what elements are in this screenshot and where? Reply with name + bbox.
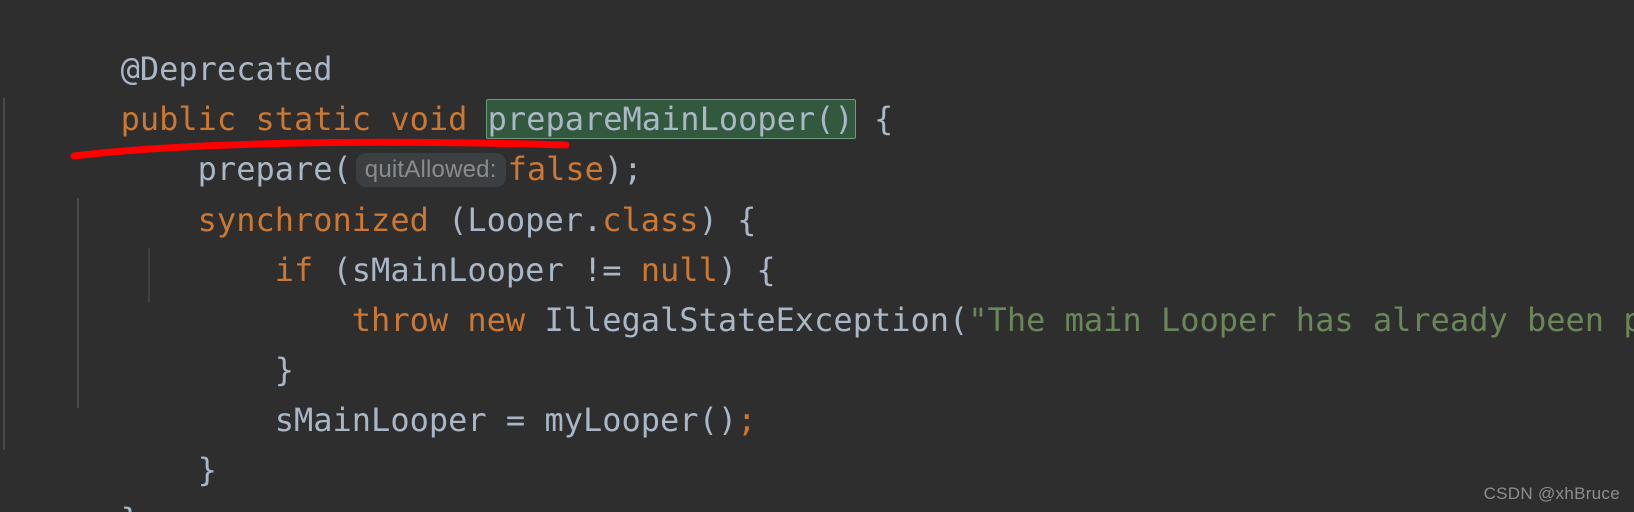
operator-assign: = xyxy=(486,401,545,439)
string-literal-exception-message: "The main Looper has already been prepar… xyxy=(968,301,1634,339)
code-editor-screenshot: @Deprecated public static void prepareMa… xyxy=(0,0,1634,512)
editor-surface[interactable]: @Deprecated public static void prepareMa… xyxy=(0,0,1634,512)
type-illegalstateexception: IllegalStateException xyxy=(544,301,950,339)
csdn-watermark: CSDN @xhBruce xyxy=(1483,484,1620,503)
code-line-6[interactable]: throw new IllegalStateException("The mai… xyxy=(5,245,1634,339)
code-line-8[interactable]: sMainLooper = myLooper(); xyxy=(5,345,757,439)
open-brace-line-2: { xyxy=(854,100,894,138)
code-line-3[interactable]: prepare(quitAllowed: false); xyxy=(5,94,643,188)
field-smainlooper-line-8: sMainLooper xyxy=(274,401,487,439)
semicolon-line-8: ; xyxy=(737,401,757,439)
close-brace-line-9: } xyxy=(197,451,217,489)
code-line-4[interactable]: synchronized (Looper.class) { xyxy=(5,145,757,239)
code-line-10[interactable]: } xyxy=(5,445,140,512)
call-mylooper[interactable]: myLooper() xyxy=(544,401,737,439)
space-4 xyxy=(448,301,467,339)
open-paren-line-6: ( xyxy=(949,301,969,339)
code-line-2[interactable]: public static void prepareMainLooper() { xyxy=(5,44,893,139)
code-line-5[interactable]: if (sMainLooper != null) { xyxy=(5,195,776,289)
space-5 xyxy=(525,301,544,339)
code-line-9[interactable]: } xyxy=(5,395,217,489)
code-line-1[interactable]: @Deprecated xyxy=(5,0,333,88)
keyword-new: new xyxy=(467,301,526,339)
close-brace-line-10: } xyxy=(121,501,140,512)
keyword-throw: throw xyxy=(351,301,449,339)
code-line-7[interactable]: } xyxy=(5,295,294,389)
